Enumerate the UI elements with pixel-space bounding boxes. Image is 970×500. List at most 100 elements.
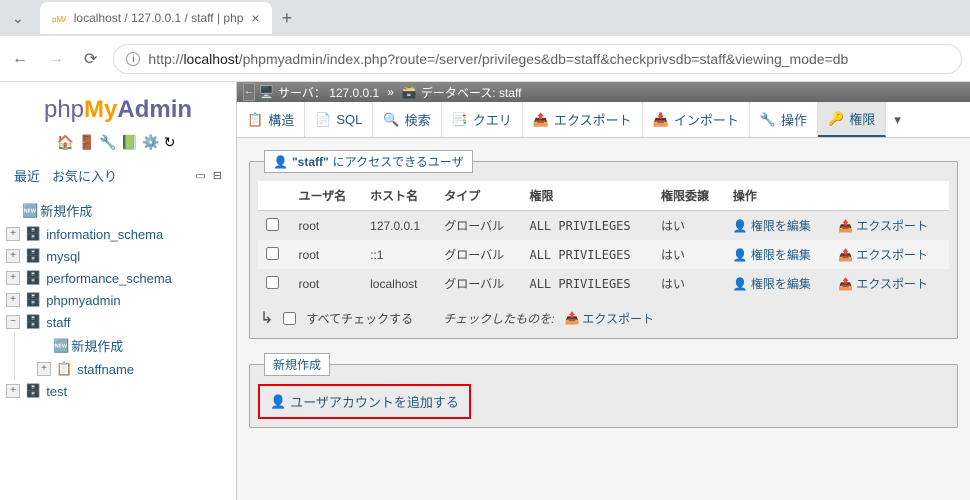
col-user: ユーザ名	[291, 181, 363, 211]
cell-user: root	[291, 211, 363, 241]
query-icon[interactable]: 🔧	[99, 134, 120, 150]
address-bar[interactable]: i http://localhost/phpmyadmin/index.php?…	[113, 44, 962, 74]
favicon-icon: pMA	[52, 11, 66, 25]
url-path: /phpmyadmin/index.php?route=/server/priv…	[239, 51, 849, 67]
row-checkbox[interactable]	[266, 218, 279, 231]
bc-separator: »	[387, 85, 394, 99]
bc-server[interactable]: サーバ： 127.0.0.1	[278, 84, 379, 101]
add-user-link[interactable]: 👤 ユーザアカウントを追加する	[270, 392, 459, 411]
main-tabs: 📋構造 📄SQL 🔍検索 📑クエリ 📤エクスポート 📥インポート 🔧操作 🔑権限…	[237, 102, 970, 138]
expand-toggle[interactable]: +	[37, 362, 51, 376]
back-button[interactable]: ←	[8, 46, 32, 72]
close-icon[interactable]: ×	[251, 10, 259, 26]
edit-user-icon: 👤	[733, 277, 748, 291]
tab-operations[interactable]: 🔧操作	[750, 102, 818, 137]
export-icon: 📤	[564, 311, 579, 325]
checkall-checkbox[interactable]	[283, 312, 296, 325]
col-action: 操作	[725, 181, 949, 211]
cell-host: localhost	[362, 269, 436, 298]
cell-grant: はい	[653, 211, 725, 241]
refresh-icon[interactable]: ↻	[164, 134, 180, 150]
tab-import[interactable]: 📥インポート	[643, 102, 750, 137]
nav-collapse-button[interactable]: ←	[243, 83, 255, 101]
edit-priv-link[interactable]: 👤権限を編集	[733, 217, 811, 234]
db-icon: 🗄️	[25, 226, 41, 242]
tab-export[interactable]: 📤エクスポート	[523, 102, 643, 137]
expand-toggle[interactable]: +	[6, 384, 20, 398]
new-tab-button[interactable]: +	[282, 8, 293, 29]
logo[interactable]: phpMyAdmin	[6, 90, 230, 132]
new-icon: 🆕	[53, 338, 69, 354]
browser-tab[interactable]: pMA localhost / 127.0.0.1 / staff | php …	[40, 2, 272, 34]
recent-link[interactable]: 最近	[8, 163, 46, 188]
db-link-information-schema[interactable]: information_schema	[46, 227, 163, 242]
cell-type: グローバル	[436, 240, 521, 269]
row-checkbox[interactable]	[266, 247, 279, 260]
export-icon: 📤	[838, 219, 853, 233]
db-icon: 🗄️	[25, 248, 41, 264]
arrow-icon: ↳	[260, 308, 273, 328]
db-link-mysql[interactable]: mysql	[46, 249, 80, 264]
sql-icon: 📄	[315, 112, 331, 128]
edit-priv-link[interactable]: 👤権限を編集	[733, 275, 811, 292]
add-user-icon: 👤	[270, 394, 286, 410]
edit-user-icon: 👤	[733, 248, 748, 262]
export-row-link[interactable]: 📤エクスポート	[838, 246, 928, 263]
cell-priv: ALL PRIVILEGES	[521, 269, 653, 298]
exit-icon[interactable]: 🚪	[78, 134, 99, 150]
docs-icon[interactable]: 📗	[121, 134, 142, 150]
col-type: タイプ	[436, 181, 521, 211]
export-selected-link[interactable]: 📤エクスポート	[564, 310, 654, 327]
table-link-staffname[interactable]: staffname	[77, 362, 134, 377]
db-link-staff[interactable]: staff	[46, 315, 70, 330]
edit-priv-link[interactable]: 👤権限を編集	[733, 246, 811, 263]
db-link-test[interactable]: test	[46, 384, 67, 399]
cell-type: グローバル	[436, 211, 521, 241]
collapse-icon[interactable]: ▭ ⊟	[195, 169, 228, 182]
checkall-label[interactable]: すべてチェックする	[306, 310, 413, 327]
site-info-icon[interactable]: i	[126, 52, 140, 66]
new-table-link[interactable]: 🆕新規作成	[53, 336, 123, 355]
table-icon[interactable]: 📋	[56, 361, 72, 377]
expand-toggle[interactable]: +	[6, 249, 20, 263]
new-icon: 🆕	[22, 203, 38, 219]
tab-structure[interactable]: 📋構造	[237, 102, 305, 137]
row-checkbox[interactable]	[266, 276, 279, 289]
cell-user: root	[291, 269, 363, 298]
db-icon: 🗄️	[25, 383, 41, 399]
db-icon: 🗄️	[25, 292, 41, 308]
reload-button[interactable]: ⟳	[80, 45, 101, 73]
forward-button[interactable]: →	[44, 46, 68, 72]
expand-toggle[interactable]: +	[6, 271, 20, 285]
users-panel: 👤 "staff" にアクセスできるユーザ ユーザ名 ホスト名 タイプ 権限 権…	[249, 150, 958, 339]
tab-more[interactable]: ▾	[886, 102, 909, 137]
privileges-icon: 🔑	[828, 111, 844, 127]
expand-toggle[interactable]: +	[6, 293, 20, 307]
col-check	[258, 181, 291, 211]
tab-privileges[interactable]: 🔑権限	[818, 102, 886, 137]
export-row-link[interactable]: 📤エクスポート	[838, 217, 928, 234]
expand-toggle[interactable]: +	[6, 227, 20, 241]
home-icon[interactable]: 🏠	[57, 134, 78, 150]
sidebar-toolbar: 🏠🚪🔧📗⚙️↻	[6, 132, 230, 159]
col-host: ホスト名	[362, 181, 436, 211]
new-db-link[interactable]: 🆕新規作成	[22, 201, 92, 220]
breadcrumb: ← 🖥️ サーバ： 127.0.0.1 » 🗃️ データベース: staff	[237, 82, 970, 102]
tab-title: localhost / 127.0.0.1 / staff | php	[74, 11, 244, 25]
favorites-link[interactable]: お気に入り	[46, 163, 123, 188]
tab-sql[interactable]: 📄SQL	[305, 102, 373, 137]
cell-host: 127.0.0.1	[362, 211, 436, 241]
table-row: rootlocalhostグローバルALL PRIVILEGESはい👤権限を編集…	[258, 269, 949, 298]
db-tree: 🆕新規作成 + 🗄️ information_schema + 🗄️ mysql + 🗄️…	[6, 194, 230, 402]
settings-icon[interactable]: ⚙️	[142, 134, 163, 150]
collapse-toggle[interactable]: −	[6, 315, 20, 329]
highlight-box: 👤 ユーザアカウントを追加する	[258, 384, 471, 419]
table-row: root::1グローバルALL PRIVILEGESはい👤権限を編集📤エクスポー…	[258, 240, 949, 269]
tab-search[interactable]: 🔍検索	[373, 102, 441, 137]
export-row-link[interactable]: 📤エクスポート	[838, 275, 928, 292]
dropdown-icon[interactable]: ⌄	[8, 6, 28, 31]
db-link-phpmyadmin[interactable]: phpmyadmin	[46, 293, 120, 308]
bc-database[interactable]: データベース: staff	[421, 84, 522, 101]
tab-query[interactable]: 📑クエリ	[442, 102, 523, 137]
db-link-performance-schema[interactable]: performance_schema	[46, 271, 172, 286]
